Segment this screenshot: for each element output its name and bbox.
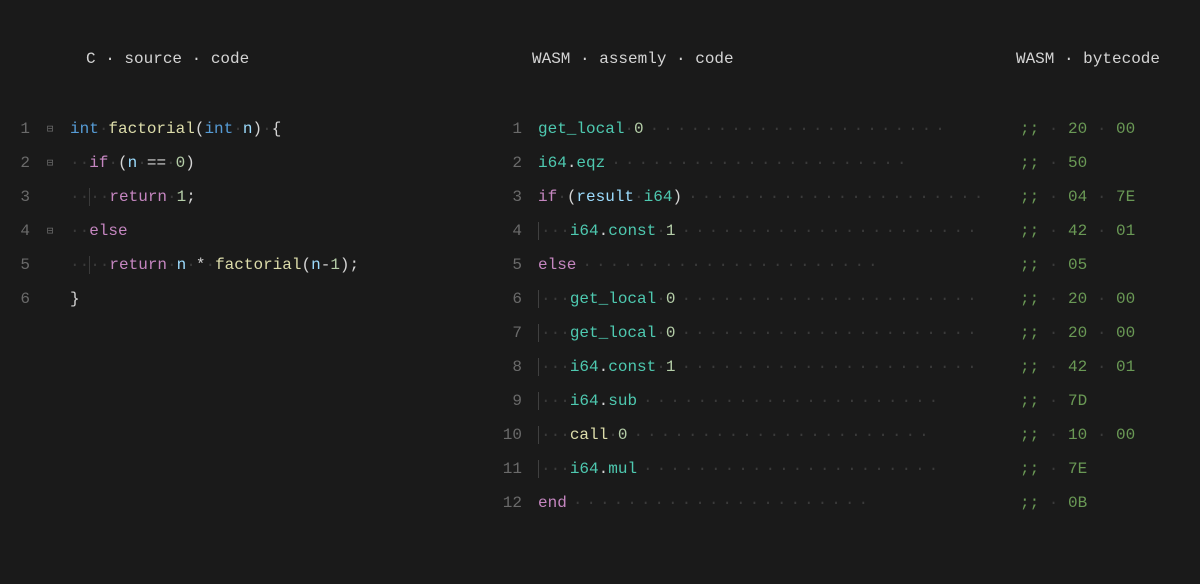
code-line[interactable]: 4 ⊟ ··else xyxy=(0,214,480,248)
code-content: ···call·0 xyxy=(538,426,627,444)
whitespace-fill: ······················ xyxy=(637,392,1020,410)
wasm-asm-header-text: WASM · assemly · code xyxy=(532,50,734,72)
bytecode: ;; · 7E xyxy=(1020,460,1200,478)
line-number: 6 xyxy=(480,290,522,308)
code-content: ···i64.sub xyxy=(538,392,637,410)
line-number: 2 xyxy=(0,154,30,172)
code-line[interactable]: 6 ···get_local·0······················;; … xyxy=(480,282,1200,316)
line-number: 6 xyxy=(0,290,30,308)
wasm-code-area[interactable]: 1get_local·0······················;; · 2… xyxy=(480,112,1200,520)
line-number: 11 xyxy=(480,460,522,478)
c-header: C · source · code xyxy=(0,50,480,72)
bytecode: ;; · 50 xyxy=(1020,154,1200,172)
line-number: 1 xyxy=(0,120,30,138)
line-number: 5 xyxy=(0,256,30,274)
whitespace-fill: ······················ xyxy=(675,324,1020,342)
line-number: 4 xyxy=(0,222,30,240)
bytecode: ;; · 20 · 00 xyxy=(1020,324,1200,342)
code-content: } xyxy=(70,290,80,308)
code-line[interactable]: 3 if·(result·i64)······················;;… xyxy=(480,180,1200,214)
fold-icon[interactable]: ⊟ xyxy=(40,224,60,238)
fold-icon[interactable]: ⊟ xyxy=(40,156,60,170)
code-content: ····return·1; xyxy=(70,188,196,206)
c-code-area[interactable]: 1 ⊟ int·factorial(int·n)·{ 2 ⊟ ··if·(n·==·0) 3… xyxy=(0,112,480,316)
code-line[interactable]: 6} xyxy=(0,282,480,316)
wasm-byte-header-text: WASM · bytecode xyxy=(1016,50,1160,72)
whitespace-fill: ······················ xyxy=(675,290,1020,308)
whitespace-fill: ······················ xyxy=(675,358,1020,376)
code-content: if·(result·i64) xyxy=(538,188,682,206)
line-number: 4 xyxy=(480,222,522,240)
code-line[interactable]: 8 ···i64.const·1······················;; … xyxy=(480,350,1200,384)
line-number: 5 xyxy=(480,256,522,274)
line-number: 1 xyxy=(480,120,522,138)
fold-icon[interactable]: ⊟ xyxy=(40,122,60,136)
bytecode: ;; · 04 · 7E xyxy=(1020,188,1200,206)
line-number: 10 xyxy=(480,426,522,444)
bytecode: ;; · 0B xyxy=(1020,494,1200,512)
code-line[interactable]: 1 ⊟ int·factorial(int·n)·{ xyxy=(0,112,480,146)
code-line[interactable]: 2 i64.eqz······················;; · 50 xyxy=(480,146,1200,180)
code-line[interactable]: 3 ····return·1; xyxy=(0,180,480,214)
whitespace-fill: ······················ xyxy=(576,256,1020,274)
line-number: 7 xyxy=(480,324,522,342)
bytecode: ;; · 42 · 01 xyxy=(1020,358,1200,376)
line-number: 3 xyxy=(480,188,522,206)
whitespace-fill: ······················ xyxy=(675,222,1020,240)
bytecode: ;; · 42 · 01 xyxy=(1020,222,1200,240)
code-content: ····return·n·*·factorial(n-1); xyxy=(70,256,359,274)
code-content: ··if·(n·==·0) xyxy=(70,154,195,172)
code-content: else xyxy=(538,256,576,274)
code-line[interactable]: 10 ···call·0······················;; · 10… xyxy=(480,418,1200,452)
whitespace-fill: ······················ xyxy=(637,460,1020,478)
code-content: end xyxy=(538,494,567,512)
code-content: ···get_local·0 xyxy=(538,290,675,308)
code-line[interactable]: 4 ···i64.const·1······················;; … xyxy=(480,214,1200,248)
line-number: 3 xyxy=(0,188,30,206)
code-content: i64.eqz xyxy=(538,154,605,172)
bytecode: ;; · 20 · 00 xyxy=(1020,120,1200,138)
code-content: get_local·0 xyxy=(538,120,644,138)
code-content: ···get_local·0 xyxy=(538,324,675,342)
line-number: 12 xyxy=(480,494,522,512)
wasm-header: WASM · assemly · code WASM · bytecode xyxy=(480,50,1200,72)
code-line[interactable]: 9 ···i64.sub······················;; · 7D xyxy=(480,384,1200,418)
c-header-text: C · source · code xyxy=(86,50,249,72)
editor-split: C · source · code 1 ⊟ int·factorial(int·n)… xyxy=(0,50,1200,520)
code-content: int·factorial(int·n)·{ xyxy=(70,120,281,138)
whitespace-fill: ······················ xyxy=(605,154,1020,172)
bytecode: ;; · 20 · 00 xyxy=(1020,290,1200,308)
code-line[interactable]: 5 ····return·n·*·factorial(n-1); xyxy=(0,248,480,282)
whitespace-fill: ······················ xyxy=(644,120,1020,138)
code-content: ···i64.const·1 xyxy=(538,222,675,240)
line-number: 8 xyxy=(480,358,522,376)
bytecode: ;; · 10 · 00 xyxy=(1020,426,1200,444)
whitespace-fill: ······················ xyxy=(682,188,1020,206)
code-content: ···i64.mul xyxy=(538,460,637,478)
code-line[interactable]: 2 ⊟ ··if·(n·==·0) xyxy=(0,146,480,180)
whitespace-fill: ······················ xyxy=(627,426,1020,444)
line-number: 2 xyxy=(480,154,522,172)
c-source-pane: C · source · code 1 ⊟ int·factorial(int·n)… xyxy=(0,50,480,520)
code-line[interactable]: 5 else······················;; · 05 xyxy=(480,248,1200,282)
line-number: 9 xyxy=(480,392,522,410)
code-line[interactable]: 7 ···get_local·0······················;; … xyxy=(480,316,1200,350)
code-line[interactable]: 11 ···i64.mul······················;; · 7… xyxy=(480,452,1200,486)
bytecode: ;; · 05 xyxy=(1020,256,1200,274)
code-content: ··else xyxy=(70,222,128,240)
wasm-pane: WASM · assemly · code WASM · bytecode 1g… xyxy=(480,50,1200,520)
bytecode: ;; · 7D xyxy=(1020,392,1200,410)
code-line[interactable]: 12 end······················;; · 0B xyxy=(480,486,1200,520)
whitespace-fill: ······················ xyxy=(567,494,1020,512)
code-line[interactable]: 1 get_local·0······················;; · 2… xyxy=(480,112,1200,146)
code-content: ···i64.const·1 xyxy=(538,358,675,376)
